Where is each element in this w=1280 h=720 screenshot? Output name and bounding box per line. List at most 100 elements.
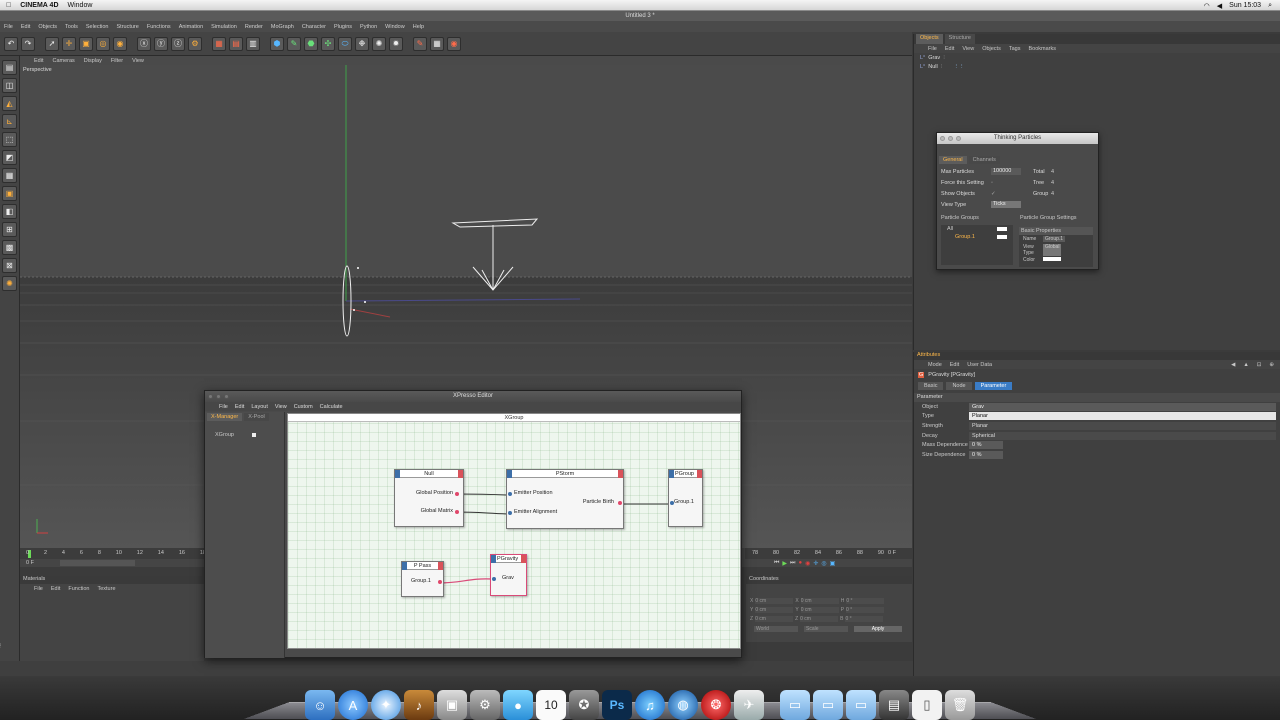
visibility-dots-icon[interactable]: ⁝: [943, 55, 945, 61]
xp-menu-layout[interactable]: Layout: [251, 404, 268, 410]
key-position-icon[interactable]: ✛: [813, 560, 818, 567]
x-axis-icon[interactable]: ⓧ: [137, 36, 151, 51]
list-item[interactable]: L° Null ⁝ ⋮⋮: [914, 62, 1280, 71]
snap-icon[interactable]: ⊞: [2, 222, 17, 237]
port-group-out[interactable]: Group.1: [411, 578, 431, 584]
select-icon[interactable]: ➚: [45, 36, 59, 51]
xp-menu-edit[interactable]: Edit: [235, 404, 244, 410]
volume-icon[interactable]: ◀: [1217, 2, 1222, 10]
menu-animation[interactable]: Animation: [179, 24, 203, 30]
trash-icon[interactable]: 🗑: [945, 690, 975, 720]
rotate-icon[interactable]: ◎: [96, 36, 110, 51]
output-port-icon[interactable]: [618, 501, 622, 505]
vp-menu-view[interactable]: View: [132, 58, 144, 64]
mat-menu-file[interactable]: File: [34, 586, 43, 592]
coord-input[interactable]: 0 cm: [755, 597, 794, 604]
tab-node[interactable]: Node: [946, 381, 972, 390]
object-name[interactable]: Null: [928, 64, 937, 70]
cinema4d-icon[interactable]: ❂: [701, 690, 731, 720]
menu-render[interactable]: Render: [245, 24, 263, 30]
port-global-matrix[interactable]: Global Matrix: [421, 508, 453, 514]
desktop-icon[interactable]: ▤: [879, 690, 909, 720]
appstore-icon[interactable]: A: [338, 690, 368, 720]
z-axis-icon[interactable]: ⓩ: [171, 36, 185, 51]
om-menu-file[interactable]: File: [928, 46, 937, 52]
show-objects-checkbox[interactable]: ✓: [991, 191, 1033, 197]
minimize-icon[interactable]: [948, 136, 953, 141]
pen-icon[interactable]: ✎: [287, 36, 301, 51]
xp-menu-view[interactable]: View: [275, 404, 287, 410]
pin-icon[interactable]: ⊕: [1269, 362, 1274, 368]
pgravity-node[interactable]: PGravity Grav: [490, 554, 527, 596]
output-port-icon[interactable]: [455, 492, 459, 496]
pgroup-node[interactable]: PGroup Group.1: [668, 469, 703, 527]
texture-mode-icon[interactable]: ◭: [2, 96, 17, 111]
clock[interactable]: Sun 15:03: [1229, 2, 1261, 9]
garageband-icon[interactable]: ♪: [404, 690, 434, 720]
om-menu-view[interactable]: View: [962, 46, 974, 52]
tab-parameter[interactable]: Parameter: [974, 381, 1013, 390]
messages-icon[interactable]: ●: [503, 690, 533, 720]
dropdown-option-planar[interactable]: Planar: [969, 421, 1276, 430]
coord-input[interactable]: 0 cm: [800, 615, 839, 622]
port-group[interactable]: Group.1: [674, 499, 694, 505]
back-arrow-icon[interactable]: ◀: [1231, 362, 1235, 368]
apple-icon[interactable]: : [6, 2, 11, 9]
tweak-icon[interactable]: ◧: [2, 204, 17, 219]
port-emitter-alignment[interactable]: Emitter Alignment: [514, 509, 557, 515]
object-name[interactable]: Grav: [928, 55, 940, 61]
xp-menu-calculate[interactable]: Calculate: [320, 404, 343, 410]
vp-menu-display[interactable]: Display: [84, 58, 102, 64]
play-icon[interactable]: ▶: [782, 560, 787, 567]
node-title[interactable]: PStorm: [507, 470, 623, 478]
render-picture-icon[interactable]: ▤: [229, 36, 243, 51]
max-particles-input[interactable]: 100000: [991, 168, 1021, 175]
imovie-icon[interactable]: ✪: [569, 690, 599, 720]
om-menu-edit[interactable]: Edit: [945, 46, 954, 52]
tab-general[interactable]: General: [939, 156, 967, 164]
window-menu[interactable]: Window: [68, 2, 93, 9]
record-icon[interactable]: ◉: [447, 36, 461, 51]
color-swatch[interactable]: [1043, 257, 1061, 261]
force-setting-checkbox[interactable]: ◦: [991, 180, 1033, 186]
network-icon[interactable]: ◍: [668, 690, 698, 720]
xgroup-active-icon[interactable]: [251, 433, 256, 437]
current-frame[interactable]: 0 F: [26, 560, 34, 566]
deformer-icon[interactable]: ⬭: [338, 36, 352, 51]
vp-menu-filter[interactable]: Filter: [111, 58, 123, 64]
goto-end-icon[interactable]: ⏭: [790, 560, 795, 567]
lock-icon[interactable]: ⊠: [2, 258, 17, 273]
menu-functions[interactable]: Functions: [147, 24, 171, 30]
am-menu-userdata[interactable]: User Data: [967, 362, 992, 368]
sysprefs-icon[interactable]: ⚙: [470, 690, 500, 720]
tab-x-manager[interactable]: X-Manager: [207, 413, 243, 421]
menu-simulation[interactable]: Simulation: [211, 24, 237, 30]
layout-icon[interactable]: ▦: [430, 36, 444, 51]
node-title[interactable]: Null: [395, 470, 463, 478]
safari-icon[interactable]: ✦: [371, 690, 401, 720]
size-dependence-input[interactable]: 0 %: [969, 450, 1003, 459]
menu-mograph[interactable]: MoGraph: [271, 24, 294, 30]
world-select[interactable]: World: [754, 626, 798, 632]
tab-channels[interactable]: Channels: [968, 156, 1000, 164]
zoom-icon[interactable]: [224, 394, 229, 399]
xgroup-label[interactable]: XGroup: [215, 432, 234, 438]
folder-icon-3[interactable]: ▭: [846, 690, 876, 720]
photobooth-icon[interactable]: ▣: [437, 690, 467, 720]
object-field-input[interactable]: Grav: [969, 402, 1276, 411]
photoshop-icon[interactable]: Ps: [602, 690, 632, 720]
close-icon[interactable]: [940, 136, 945, 141]
scale-icon[interactable]: ▣: [79, 36, 93, 51]
spotlight-icon[interactable]: ⌕: [1268, 2, 1272, 10]
list-item[interactable]: All: [941, 225, 1013, 233]
mat-menu-function[interactable]: Function: [68, 586, 89, 592]
xpresso-tag-icon[interactable]: ⋮⋮: [954, 64, 965, 70]
lock-icon[interactable]: ⊡: [1257, 362, 1262, 368]
mat-menu-texture[interactable]: Texture: [97, 586, 115, 592]
output-port-icon[interactable]: [438, 580, 442, 584]
record-key-icon[interactable]: ●: [798, 560, 802, 567]
tab-objects[interactable]: Objects: [916, 34, 943, 44]
make-editable-icon[interactable]: ▤: [2, 60, 17, 75]
port-emitter-position[interactable]: Emitter Position: [514, 490, 553, 496]
menu-tools[interactable]: Tools: [65, 24, 78, 30]
